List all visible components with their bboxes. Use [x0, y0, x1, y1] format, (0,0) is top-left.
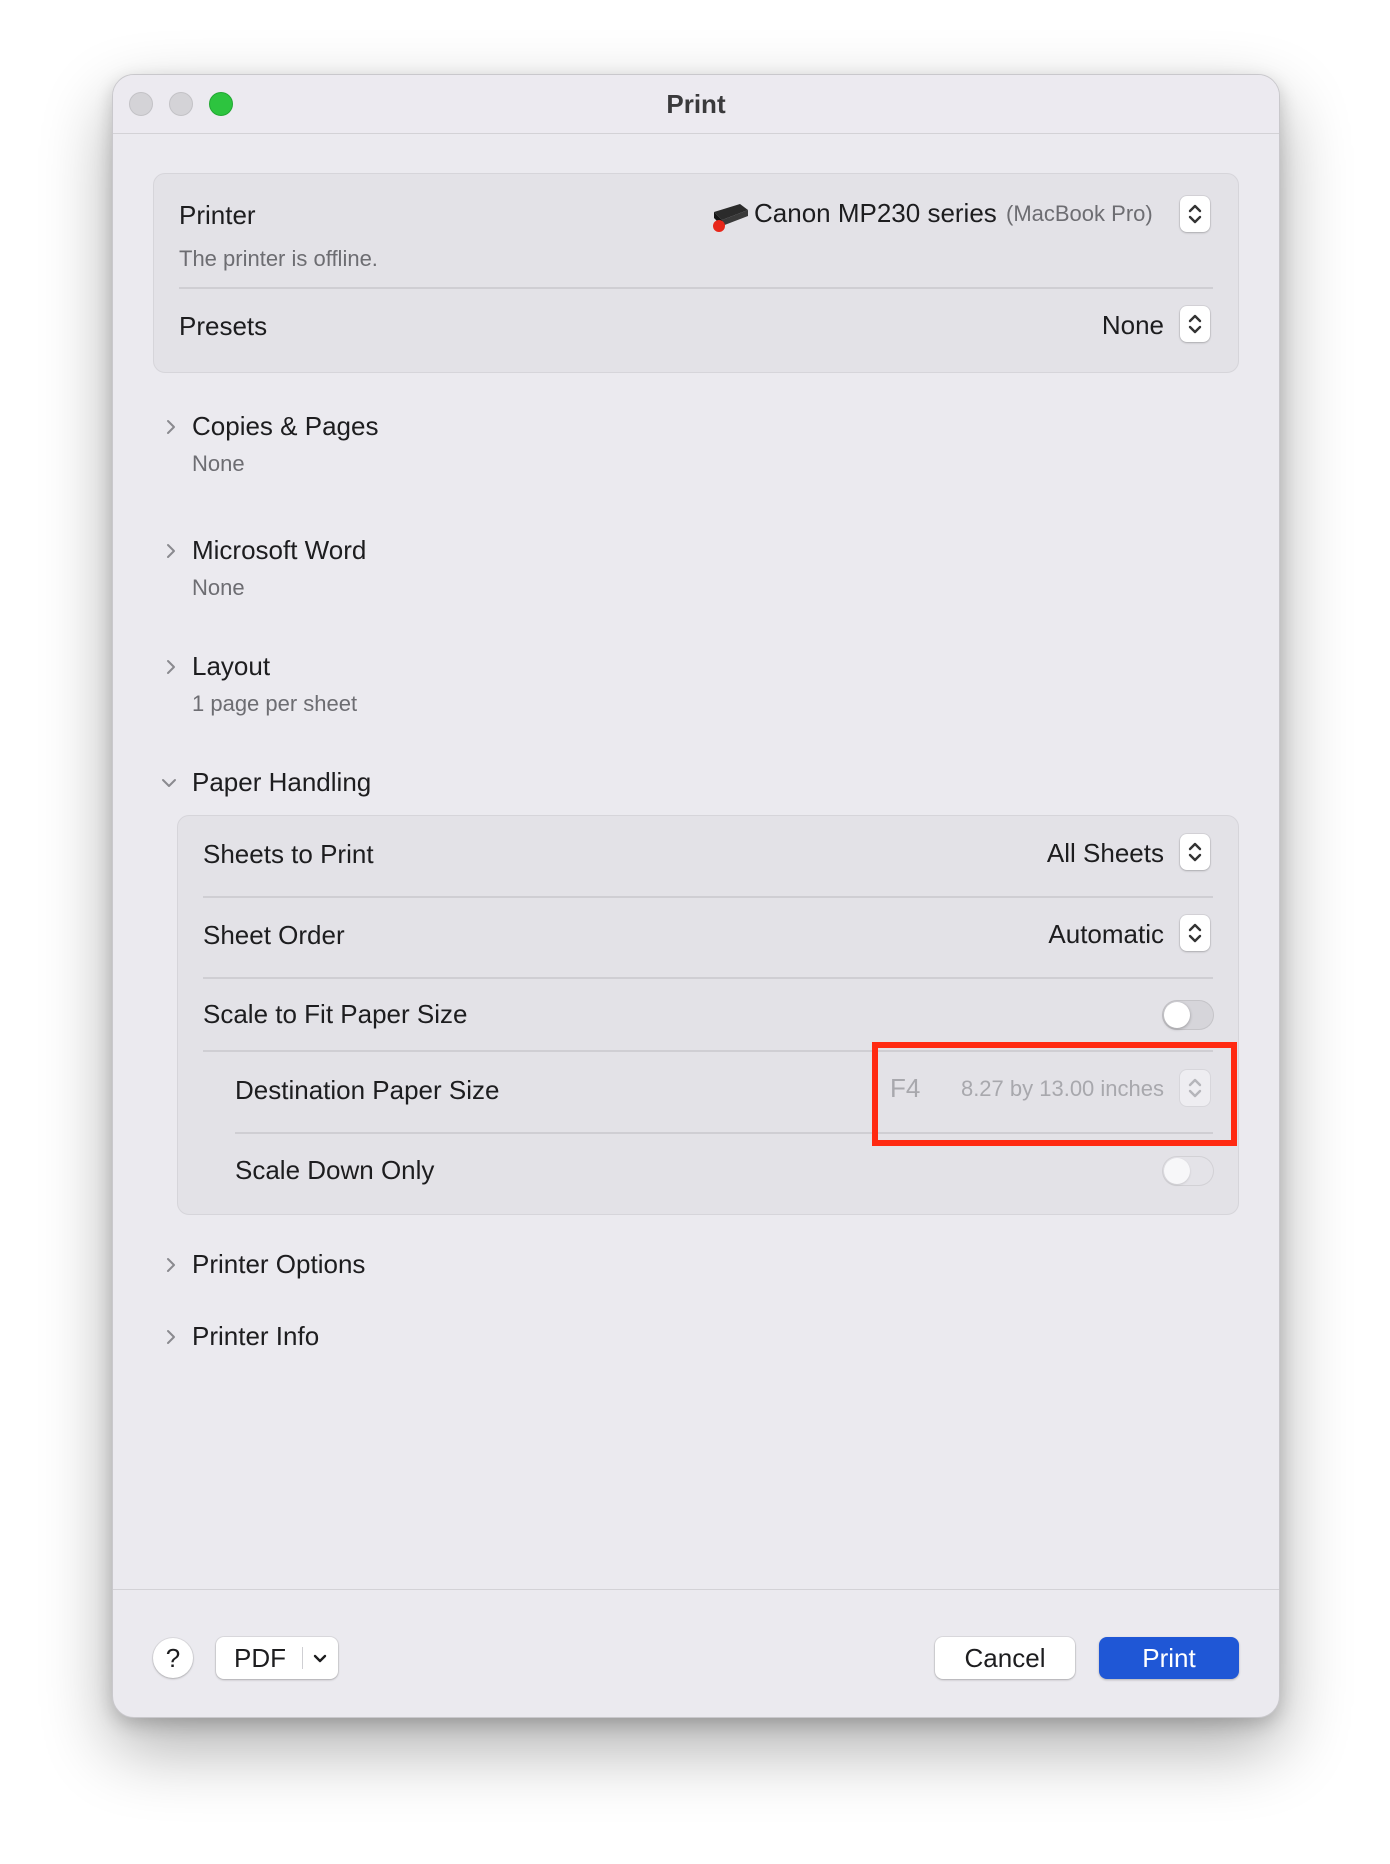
section-summary: None	[192, 451, 245, 476]
chevron-down-icon	[313, 1654, 327, 1663]
paper-handling-divider	[203, 896, 1213, 898]
section-layout[interactable]: Layout 1 page per sheet	[153, 645, 653, 725]
chevron-right-icon	[167, 1330, 175, 1344]
section-title: Paper Handling	[192, 767, 372, 797]
chevron-right-icon	[167, 544, 175, 558]
printer-select[interactable]: Canon MP230 series (MacBook Pro)	[690, 194, 1210, 234]
section-title: Printer Options	[192, 1249, 366, 1279]
section-title: Printer Info	[192, 1321, 320, 1351]
section-microsoft-word[interactable]: Microsoft Word None	[153, 529, 653, 609]
section-title: Microsoft Word	[192, 535, 367, 565]
sheet-order-select[interactable]: Automatic	[950, 913, 1210, 953]
sheet-order-label: Sheet Order	[203, 920, 345, 950]
printer-label: Printer	[179, 200, 256, 230]
window-title: Print	[666, 89, 726, 119]
destination-paper-size-label: Destination Paper Size	[235, 1075, 500, 1105]
scale-down-only-label: Scale Down Only	[235, 1155, 435, 1185]
chevron-right-icon	[167, 1258, 175, 1272]
sheets-to-print-stepper-icon	[1180, 834, 1210, 870]
print-dialog: Print Printer The printer is offline. Ca…	[112, 74, 1280, 1718]
presets-stepper-icon	[1180, 306, 1210, 342]
section-title: Copies & Pages	[192, 411, 379, 441]
section-printer-info[interactable]: Printer Info	[153, 1315, 653, 1359]
printer-host: (MacBook Pro)	[1006, 201, 1153, 226]
printer-icon	[710, 198, 750, 232]
paper-handling-panel: Sheets to Print All Sheets Sheet Order A…	[177, 815, 1239, 1215]
chevron-right-icon	[167, 660, 175, 674]
toggle-knob	[1164, 1002, 1190, 1028]
print-button[interactable]: Print	[1099, 1637, 1239, 1679]
chevron-right-icon	[167, 420, 175, 434]
sheet-order-stepper-icon	[1180, 915, 1210, 951]
presets-select[interactable]: None	[1010, 304, 1210, 344]
printer-status: The printer is offline.	[179, 246, 378, 271]
sheets-to-print-value: All Sheets	[1046, 838, 1164, 868]
pdf-menu-separator	[302, 1647, 303, 1669]
printer-name: Canon MP230 series	[754, 198, 997, 228]
sheets-to-print-select[interactable]: All Sheets	[950, 832, 1210, 872]
section-summary: 1 page per sheet	[192, 691, 358, 716]
sheet-order-value: Automatic	[1048, 919, 1164, 949]
toggle-knob	[1164, 1158, 1190, 1184]
chevron-down-icon	[162, 779, 176, 787]
scale-down-only-toggle[interactable]	[1162, 1156, 1214, 1186]
presets-value: None	[1101, 310, 1164, 340]
section-summary: None	[192, 575, 245, 600]
printer-panel-divider	[179, 287, 1213, 289]
printer-panel: Printer The printer is offline. Canon MP…	[153, 173, 1239, 373]
section-paper-handling[interactable]: Paper Handling	[153, 761, 653, 805]
help-button[interactable]: ?	[153, 1638, 193, 1678]
paper-handling-divider	[203, 977, 1213, 979]
cancel-button[interactable]: Cancel	[935, 1637, 1075, 1679]
footer-divider	[113, 1589, 1279, 1590]
scale-to-fit-label: Scale to Fit Paper Size	[203, 999, 468, 1029]
scale-to-fit-toggle[interactable]	[1162, 1000, 1214, 1030]
pdf-menu-button[interactable]: PDF	[216, 1637, 338, 1679]
sheets-to-print-label: Sheets to Print	[203, 839, 374, 869]
section-printer-options[interactable]: Printer Options	[153, 1243, 653, 1287]
pdf-label: PDF	[234, 1643, 286, 1673]
title-bar: Print	[113, 75, 1279, 134]
presets-label: Presets	[179, 311, 268, 341]
highlight-box	[872, 1042, 1237, 1146]
printer-stepper-icon	[1180, 196, 1210, 232]
section-title: Layout	[192, 651, 271, 681]
section-copies-pages[interactable]: Copies & Pages None	[153, 405, 653, 485]
